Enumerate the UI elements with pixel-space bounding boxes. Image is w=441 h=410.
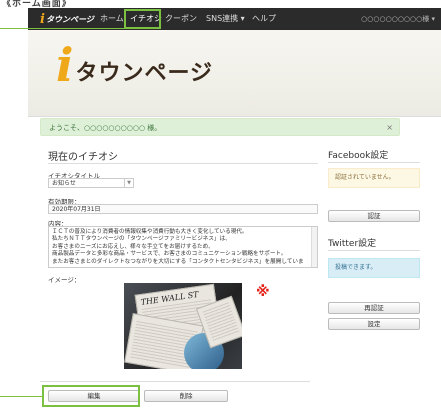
title-select-value: お知らせ — [52, 180, 76, 187]
highlight-edit-button — [42, 385, 140, 407]
content-line: 私たちＮＴＴタウンページの「タウンページファミリービジネス」は、 — [52, 236, 231, 243]
highlight-ichioshi-tab — [124, 9, 161, 29]
nav-coupon[interactable]: クーポン — [165, 12, 197, 26]
note-mark: ※ — [256, 284, 270, 300]
divider — [40, 381, 310, 382]
welcome-alert: ようこそ、○○○○○○○○○○ 様。 × — [40, 118, 400, 136]
nav-sns[interactable]: SNS連携 ▾ — [206, 12, 245, 26]
account-menu[interactable]: ○○○○○○○○○○様 ▾ — [361, 12, 435, 26]
townpage-logo: i タウンページ — [56, 42, 213, 88]
content-textarea[interactable]: ＩＣＴの普及により消費者の情報収集や消費行動も大きく変化している現代。 私たちＮ… — [48, 226, 318, 268]
nav-home[interactable]: ホーム — [100, 12, 124, 26]
content-line: またお客さまとのダイレクトなつながりを大切にする「コンタクトセンタビジネス」を展… — [52, 258, 304, 265]
facebook-auth-button[interactable]: 認証 — [328, 210, 420, 222]
logo-i-mark: i — [40, 11, 45, 27]
twitter-status-alert: 投稿できます。 — [328, 258, 420, 278]
twitter-settings-title: Twitter設定 — [328, 239, 377, 249]
textarea-scrollbar[interactable] — [311, 227, 317, 267]
logo-i-mark-large: i — [56, 38, 74, 92]
period-field[interactable]: 2020年07月31日 — [48, 204, 318, 214]
section-title: 現在のイチオシ — [48, 152, 118, 163]
nav-help[interactable]: ヘルプ — [252, 12, 276, 26]
hero-banner: i タウンページ — [28, 30, 441, 117]
divider — [328, 250, 420, 251]
title-select[interactable]: お知らせ ▼ — [48, 178, 134, 188]
image-label: イメージ： — [48, 276, 81, 284]
newspaper-image: THE WALL ST — [124, 283, 242, 369]
content-line: 商品製品データと多彩な商品・サービスで、お客さまのコミュニケーション戦略をサポー… — [52, 251, 287, 258]
twitter-settings-button[interactable]: 設定 — [328, 318, 420, 330]
callout-line-bottom — [0, 396, 42, 397]
delete-button[interactable]: 削除 — [144, 390, 228, 402]
brand-logo[interactable]: i タウンページ — [40, 11, 94, 27]
logo-wordmark: タウンページ — [75, 61, 214, 86]
chevron-down-icon: ▼ — [124, 179, 133, 187]
divider — [48, 163, 318, 164]
welcome-message: ようこそ、○○○○○○○○○○ 様。 — [49, 124, 162, 132]
twitter-reauth-button[interactable]: 再認証 — [328, 302, 420, 314]
close-icon[interactable]: × — [386, 119, 393, 137]
facebook-settings-title: Facebook設定 — [328, 151, 389, 161]
period-value: 2020年07月31日 — [52, 206, 101, 213]
divider — [328, 162, 420, 163]
facebook-status-alert: 認証されていません。 — [328, 168, 420, 188]
callout-line-top — [0, 28, 124, 29]
brand-logo-text: タウンページ — [45, 14, 94, 24]
